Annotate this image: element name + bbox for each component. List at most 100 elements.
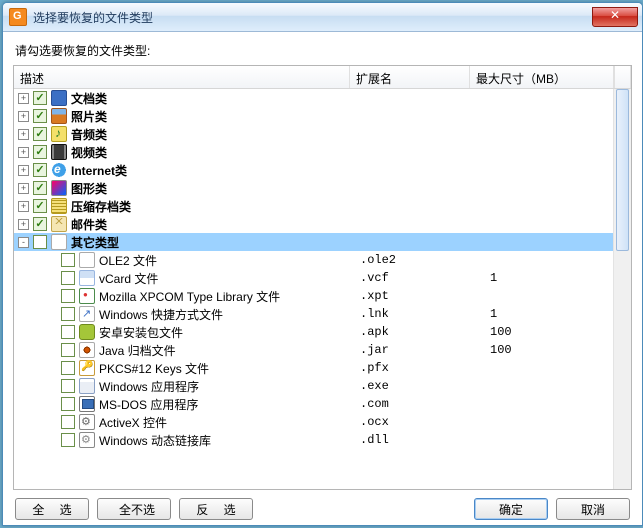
item-label: 其它类型 (71, 234, 119, 251)
checkbox[interactable] (61, 289, 75, 303)
item-ext: .apk (360, 325, 389, 339)
item-label: 邮件类 (71, 216, 107, 233)
category-item[interactable]: +Internet类 (14, 161, 631, 179)
checkbox[interactable] (61, 379, 75, 393)
item-label: Windows 快捷方式文件 (99, 306, 223, 323)
list-item[interactable]: ActiveX 控件.ocx (14, 413, 631, 431)
list-item[interactable]: MS-DOS 应用程序.com (14, 395, 631, 413)
gfx-icon (51, 180, 67, 196)
invert-button[interactable]: 反 选 (179, 498, 253, 520)
checkbox[interactable] (61, 415, 75, 429)
jar-icon (79, 342, 95, 358)
category-item[interactable]: +文档类 (14, 89, 631, 107)
item-label: PKCS#12 Keys 文件 (99, 360, 209, 377)
expand-icon[interactable]: + (18, 165, 29, 176)
item-label: 安卓安装包文件 (99, 324, 183, 341)
xpcom-icon (79, 288, 95, 304)
checkbox[interactable] (33, 181, 47, 195)
ok-button[interactable]: 确定 (474, 498, 548, 520)
item-size: 100 (490, 343, 512, 357)
item-ext: .jar (360, 343, 389, 357)
category-item[interactable]: +音频类 (14, 125, 631, 143)
list-item[interactable]: Windows 动态链接库.dll (14, 431, 631, 449)
column-header: 描述 扩展名 最大尺寸（MB） (14, 66, 631, 89)
item-size: 1 (490, 271, 497, 285)
expand-icon (48, 328, 57, 337)
list-item[interactable]: PKCS#12 Keys 文件.pfx (14, 359, 631, 377)
checkbox[interactable] (61, 361, 75, 375)
category-item[interactable]: + 压缩存档类 (14, 197, 631, 215)
checkbox[interactable] (61, 307, 75, 321)
col-maxsize[interactable]: 最大尺寸（MB） (470, 66, 614, 88)
checkbox[interactable] (33, 145, 47, 159)
checkbox[interactable] (61, 253, 75, 267)
list-item[interactable]: vCard 文件.vcf1 (14, 269, 631, 287)
rows-container: +文档类+照片类+音频类+视频类+Internet类+图形类+压缩存档类+邮件类… (14, 89, 631, 489)
collapse-icon[interactable]: - (18, 237, 29, 248)
checkbox[interactable] (33, 109, 47, 123)
close-button[interactable]: ✕ (592, 7, 638, 27)
mail-icon (51, 216, 67, 232)
vertical-scrollbar[interactable] (613, 89, 631, 489)
item-label: Windows 动态链接库 (99, 432, 211, 449)
doc-icon (51, 90, 67, 106)
item-size: 100 (490, 325, 512, 339)
select-none-button[interactable]: 全不选 (97, 498, 171, 520)
checkbox[interactable] (33, 199, 47, 213)
item-label: Windows 应用程序 (99, 378, 199, 395)
ie-icon (51, 162, 67, 178)
expand-icon (48, 346, 57, 355)
list-item[interactable]: OLE2 文件.ole2 (14, 251, 631, 269)
item-ext: .lnk (360, 307, 389, 321)
item-ext: .ocx (360, 415, 389, 429)
cancel-button[interactable]: 取消 (556, 498, 630, 520)
item-ext: .exe (360, 379, 389, 393)
prompt-label: 请勾选要恢复的文件类型: (15, 42, 632, 59)
checkbox[interactable] (33, 235, 47, 249)
titlebar[interactable]: 选择要恢复的文件类型 ✕ (3, 3, 642, 32)
expand-icon[interactable]: + (18, 183, 29, 194)
expand-icon (48, 364, 57, 373)
expand-icon[interactable]: + (18, 111, 29, 122)
com-icon (79, 396, 95, 412)
category-item[interactable]: + 邮件类 (14, 215, 631, 233)
checkbox[interactable] (33, 91, 47, 105)
expand-icon[interactable]: + (18, 147, 29, 158)
checkbox[interactable] (33, 127, 47, 141)
checkbox[interactable] (61, 433, 75, 447)
list-item[interactable]: Mozilla XPCOM Type Library 文件.xpt (14, 287, 631, 305)
expand-icon[interactable]: + (18, 129, 29, 140)
video-icon (51, 144, 67, 160)
footer: 全 选 全不选 反 选 确定 取消 (13, 490, 632, 520)
checkbox[interactable] (33, 163, 47, 177)
file-icon (51, 234, 67, 250)
col-description[interactable]: 描述 (14, 66, 350, 88)
list-item[interactable]: 安卓安装包文件 .apk 100 (14, 323, 631, 341)
item-label: 视频类 (71, 144, 107, 161)
expand-icon[interactable]: + (18, 201, 29, 212)
list-item[interactable]: Windows 应用程序 .exe (14, 377, 631, 395)
ocx-icon (79, 414, 95, 430)
expand-icon[interactable]: + (18, 93, 29, 104)
col-extension[interactable]: 扩展名 (350, 66, 470, 88)
lnk-icon (79, 306, 95, 322)
checkbox[interactable] (61, 271, 75, 285)
checkbox[interactable] (61, 343, 75, 357)
checkbox[interactable] (33, 217, 47, 231)
expand-icon (48, 310, 57, 319)
list-item[interactable]: Java 归档文件.jar100 (14, 341, 631, 359)
item-label: Mozilla XPCOM Type Library 文件 (99, 288, 280, 305)
checkbox[interactable] (61, 397, 75, 411)
category-item[interactable]: +图形类 (14, 179, 631, 197)
vcf-icon (79, 270, 95, 286)
list-item[interactable]: Windows 快捷方式文件.lnk1 (14, 305, 631, 323)
scrollbar-thumb[interactable] (616, 89, 629, 251)
category-item[interactable]: +照片类 (14, 107, 631, 125)
category-item[interactable]: - 其它类型 (14, 233, 631, 251)
checkbox[interactable] (61, 325, 75, 339)
window-title: 选择要恢复的文件类型 (33, 9, 153, 26)
expand-icon[interactable]: + (18, 219, 29, 230)
item-label: 压缩存档类 (71, 198, 131, 215)
category-item[interactable]: + 视频类 (14, 143, 631, 161)
select-all-button[interactable]: 全 选 (15, 498, 89, 520)
